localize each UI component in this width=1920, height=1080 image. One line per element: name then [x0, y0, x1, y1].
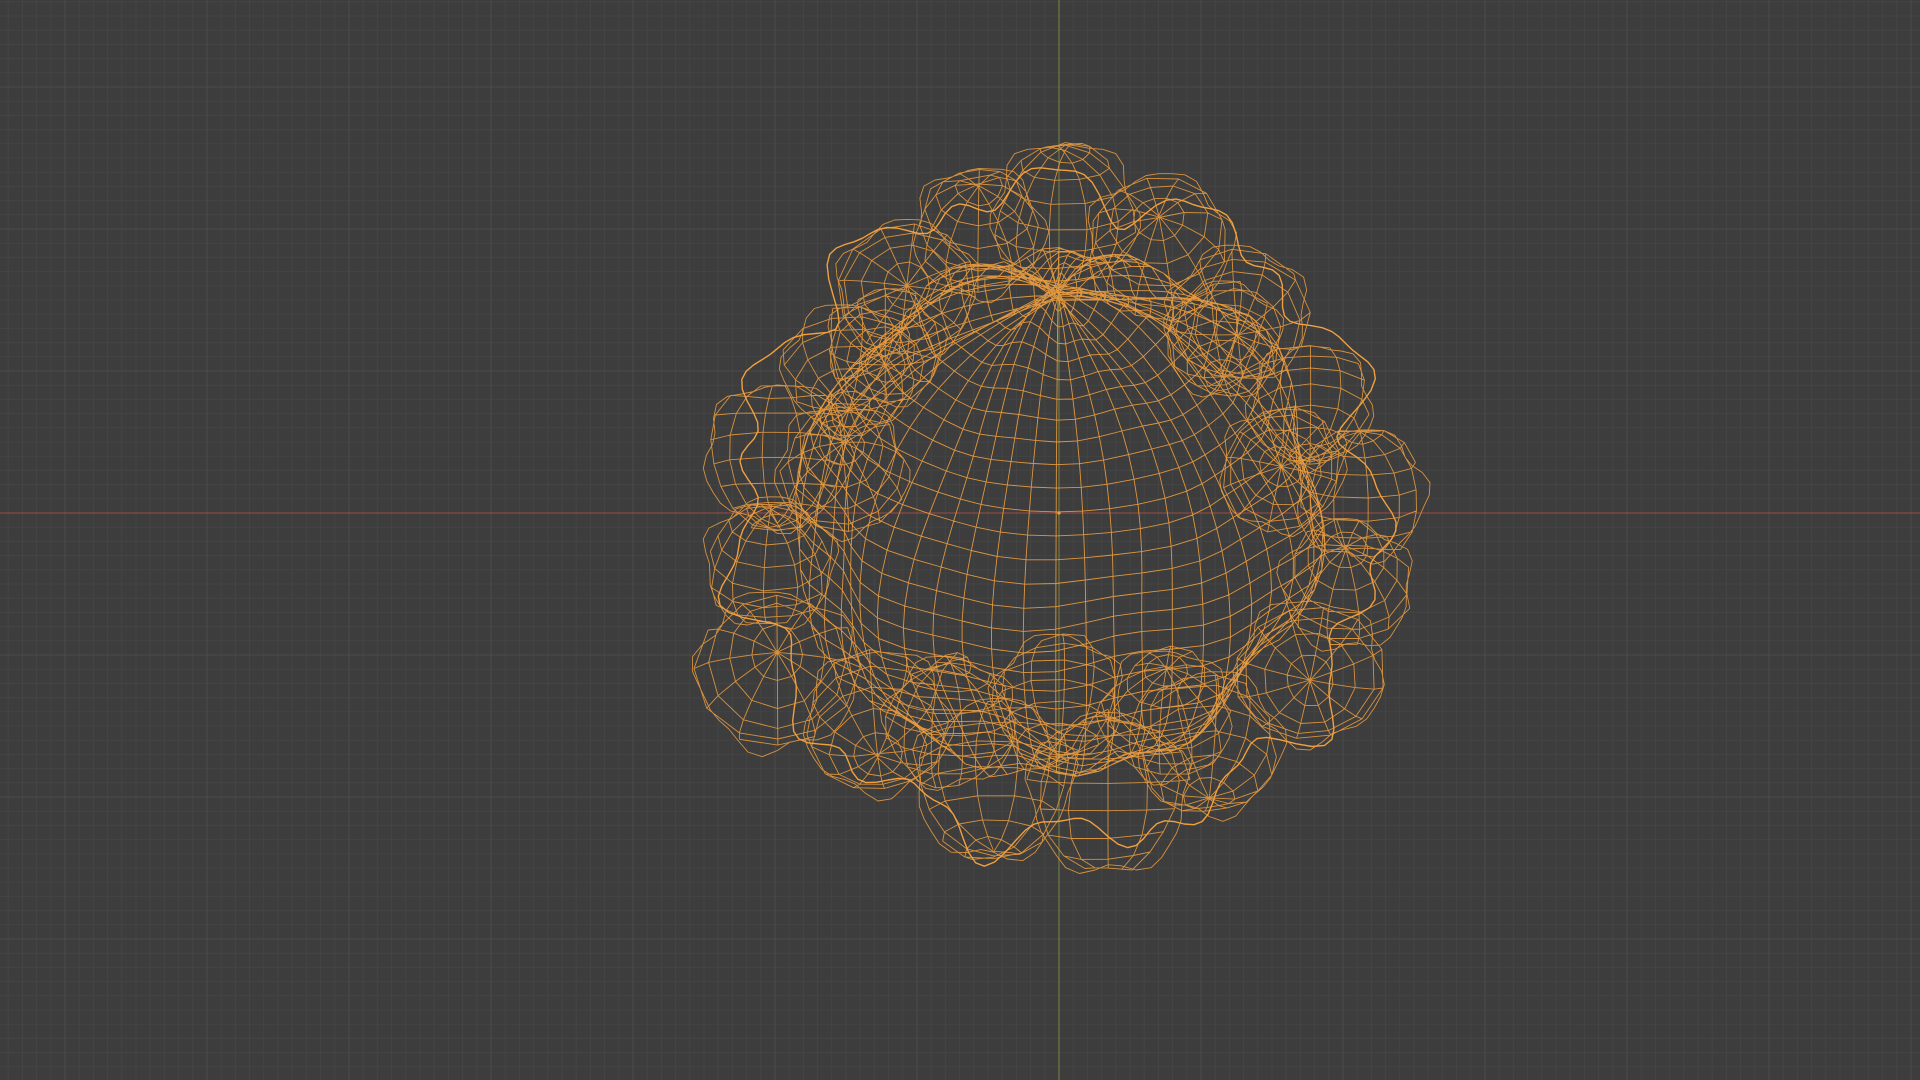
viewport-canvas[interactable]: [0, 0, 1920, 1080]
3d-viewport[interactable]: [0, 0, 1920, 1080]
object-origin-point: [1057, 511, 1061, 515]
